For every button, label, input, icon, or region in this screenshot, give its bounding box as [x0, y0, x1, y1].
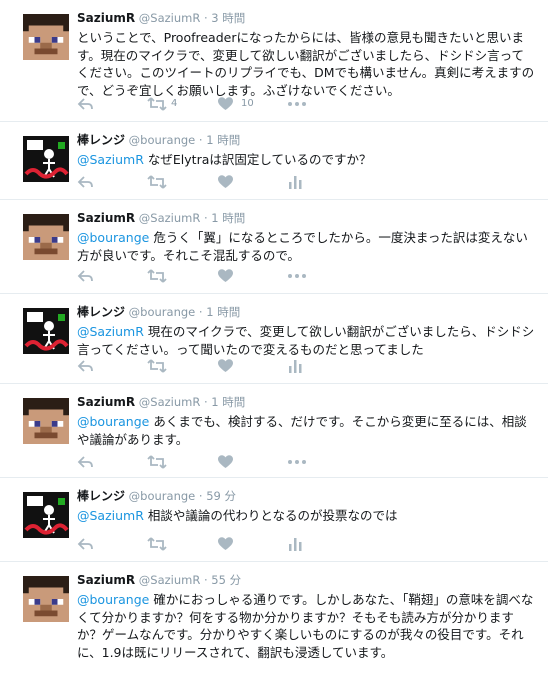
avatar[interactable]	[23, 576, 69, 622]
tweet-text-content: 現在のマイクラで、変更して欲しい翻訳がございましたら、ドシドシ言ってください。っ…	[77, 324, 535, 357]
retweet-icon[interactable]	[147, 174, 167, 190]
like-icon[interactable]	[217, 268, 234, 284]
mention-link[interactable]: @bourange	[77, 414, 149, 429]
tweet-text: @bourange 確かにおっしゃる通りです。しかしあなた、「鞘翅」の意味を調べ…	[77, 591, 536, 661]
tweet-header: SaziumR @SaziumR · 55 分	[77, 572, 536, 588]
author-handle[interactable]: @bourange	[129, 489, 196, 503]
author-handle[interactable]: @SaziumR	[139, 395, 201, 409]
analytics-icon[interactable]	[287, 358, 303, 374]
tweet-text-content: なぜElytraは訳固定しているのですか？	[143, 152, 372, 167]
tweet-header: SaziumR @SaziumR · 1 時間	[77, 394, 536, 410]
avatar[interactable]	[23, 214, 69, 260]
avatar[interactable]	[23, 136, 69, 182]
tweet-text: @SaziumR なぜElytraは訳固定しているのですか？	[77, 151, 536, 169]
tweet[interactable]: 棒レンジ @bourange · 1 時間 @SaziumR なぜElytraは…	[0, 122, 548, 200]
reply-icon[interactable]	[77, 96, 94, 112]
avatar[interactable]	[23, 308, 69, 354]
timestamp[interactable]: · 3 時間	[204, 11, 245, 25]
tweet[interactable]: 棒レンジ @bourange · 1 時間 @SaziumR 現在のマイクラで、…	[0, 294, 548, 384]
more-icon[interactable]	[287, 454, 307, 470]
tweet-text: @bourange 危うく「翼」になるところでしたから。一度決まった訳は変えない…	[77, 229, 536, 264]
author-handle[interactable]: @SaziumR	[139, 573, 201, 587]
tweet-text: @SaziumR 現在のマイクラで、変更して欲しい翻訳がございましたら、ドシドシ…	[77, 323, 536, 358]
retweet-icon[interactable]	[147, 536, 167, 552]
author-handle[interactable]: @SaziumR	[139, 211, 201, 225]
timestamp[interactable]: · 1 時間	[199, 305, 240, 319]
retweet-button[interactable]: 4	[147, 96, 177, 112]
author-name[interactable]: SaziumR	[77, 211, 135, 225]
tweet[interactable]: SaziumR @SaziumR · 1 時間 @bourange あくまでも、…	[0, 384, 548, 478]
timestamp[interactable]: · 1 時間	[204, 395, 245, 409]
tweet-header: 棒レンジ @bourange · 1 時間	[77, 132, 536, 148]
retweet-icon[interactable]	[147, 454, 167, 470]
like-icon[interactable]	[217, 536, 234, 552]
tweet-text-content: ということで、Proofreaderになったからには、皆様の意見も聞きたいと思い…	[77, 30, 535, 98]
mention-link[interactable]: @SaziumR	[77, 152, 144, 167]
author-handle[interactable]: @SaziumR	[139, 11, 201, 25]
mention-link[interactable]: @SaziumR	[77, 324, 144, 339]
tweet[interactable]: SaziumR @SaziumR · 3 時間 ということで、Proofread…	[0, 0, 548, 122]
reply-icon[interactable]	[77, 358, 94, 374]
author-name[interactable]: 棒レンジ	[77, 489, 125, 503]
reply-icon[interactable]	[77, 454, 94, 470]
author-name[interactable]: SaziumR	[77, 395, 135, 409]
retweet-icon[interactable]	[147, 358, 167, 374]
analytics-icon[interactable]	[287, 536, 303, 552]
author-handle[interactable]: @bourange	[129, 305, 196, 319]
timestamp[interactable]: · 1 時間	[199, 133, 240, 147]
timestamp[interactable]: · 59 分	[199, 489, 236, 503]
mention-link[interactable]: @bourange	[77, 230, 149, 245]
tweet[interactable]: SaziumR @SaziumR · 1 時間 @bourange 危うく「翼」…	[0, 200, 548, 294]
author-name[interactable]: SaziumR	[77, 11, 135, 25]
tweet-text: ということで、Proofreaderになったからには、皆様の意見も聞きたいと思い…	[77, 29, 536, 99]
tweet-header: 棒レンジ @bourange · 59 分	[77, 488, 536, 504]
tweet-header: 棒レンジ @bourange · 1 時間	[77, 304, 536, 320]
like-icon	[218, 97, 233, 110]
like-count: 10	[241, 98, 254, 109]
tweet[interactable]: SaziumR @SaziumR · 55 分 @bourange 確かにおっし…	[0, 562, 548, 680]
reply-icon[interactable]	[77, 536, 94, 552]
analytics-icon[interactable]	[287, 174, 303, 190]
reply-icon[interactable]	[77, 268, 94, 284]
tweet-text: @SaziumR 相談や議論の代わりとなるのが投票なのでは	[77, 507, 536, 525]
tweet[interactable]: 棒レンジ @bourange · 59 分 @SaziumR 相談や議論の代わり…	[0, 478, 548, 562]
more-icon[interactable]	[287, 96, 307, 112]
like-button[interactable]: 10	[217, 96, 254, 112]
timestamp[interactable]: · 55 分	[204, 573, 241, 587]
avatar[interactable]	[23, 398, 69, 444]
author-handle[interactable]: @bourange	[129, 133, 196, 147]
tweet-text: @bourange あくまでも、検討する、だけです。そこから変更に至るには、相談…	[77, 413, 536, 448]
like-icon[interactable]	[217, 174, 234, 190]
author-name[interactable]: 棒レンジ	[77, 305, 125, 319]
like-icon[interactable]	[217, 358, 234, 374]
tweet-header: SaziumR @SaziumR · 1 時間	[77, 210, 536, 226]
author-name[interactable]: SaziumR	[77, 573, 135, 587]
tweet-header: SaziumR @SaziumR · 3 時間	[77, 10, 536, 26]
retweet-count: 4	[171, 98, 178, 109]
avatar[interactable]	[23, 492, 69, 538]
author-name[interactable]: 棒レンジ	[77, 133, 125, 147]
like-icon[interactable]	[217, 454, 234, 470]
mention-link[interactable]: @bourange	[77, 592, 149, 607]
retweet-icon[interactable]	[147, 268, 167, 284]
retweet-icon	[147, 97, 167, 111]
reply-icon[interactable]	[77, 174, 94, 190]
tweet-text-content: 相談や議論の代わりとなるのが投票なのでは	[143, 508, 398, 523]
mention-link[interactable]: @SaziumR	[77, 508, 144, 523]
timestamp[interactable]: · 1 時間	[204, 211, 245, 225]
more-icon[interactable]	[287, 268, 307, 284]
avatar[interactable]	[23, 14, 69, 60]
